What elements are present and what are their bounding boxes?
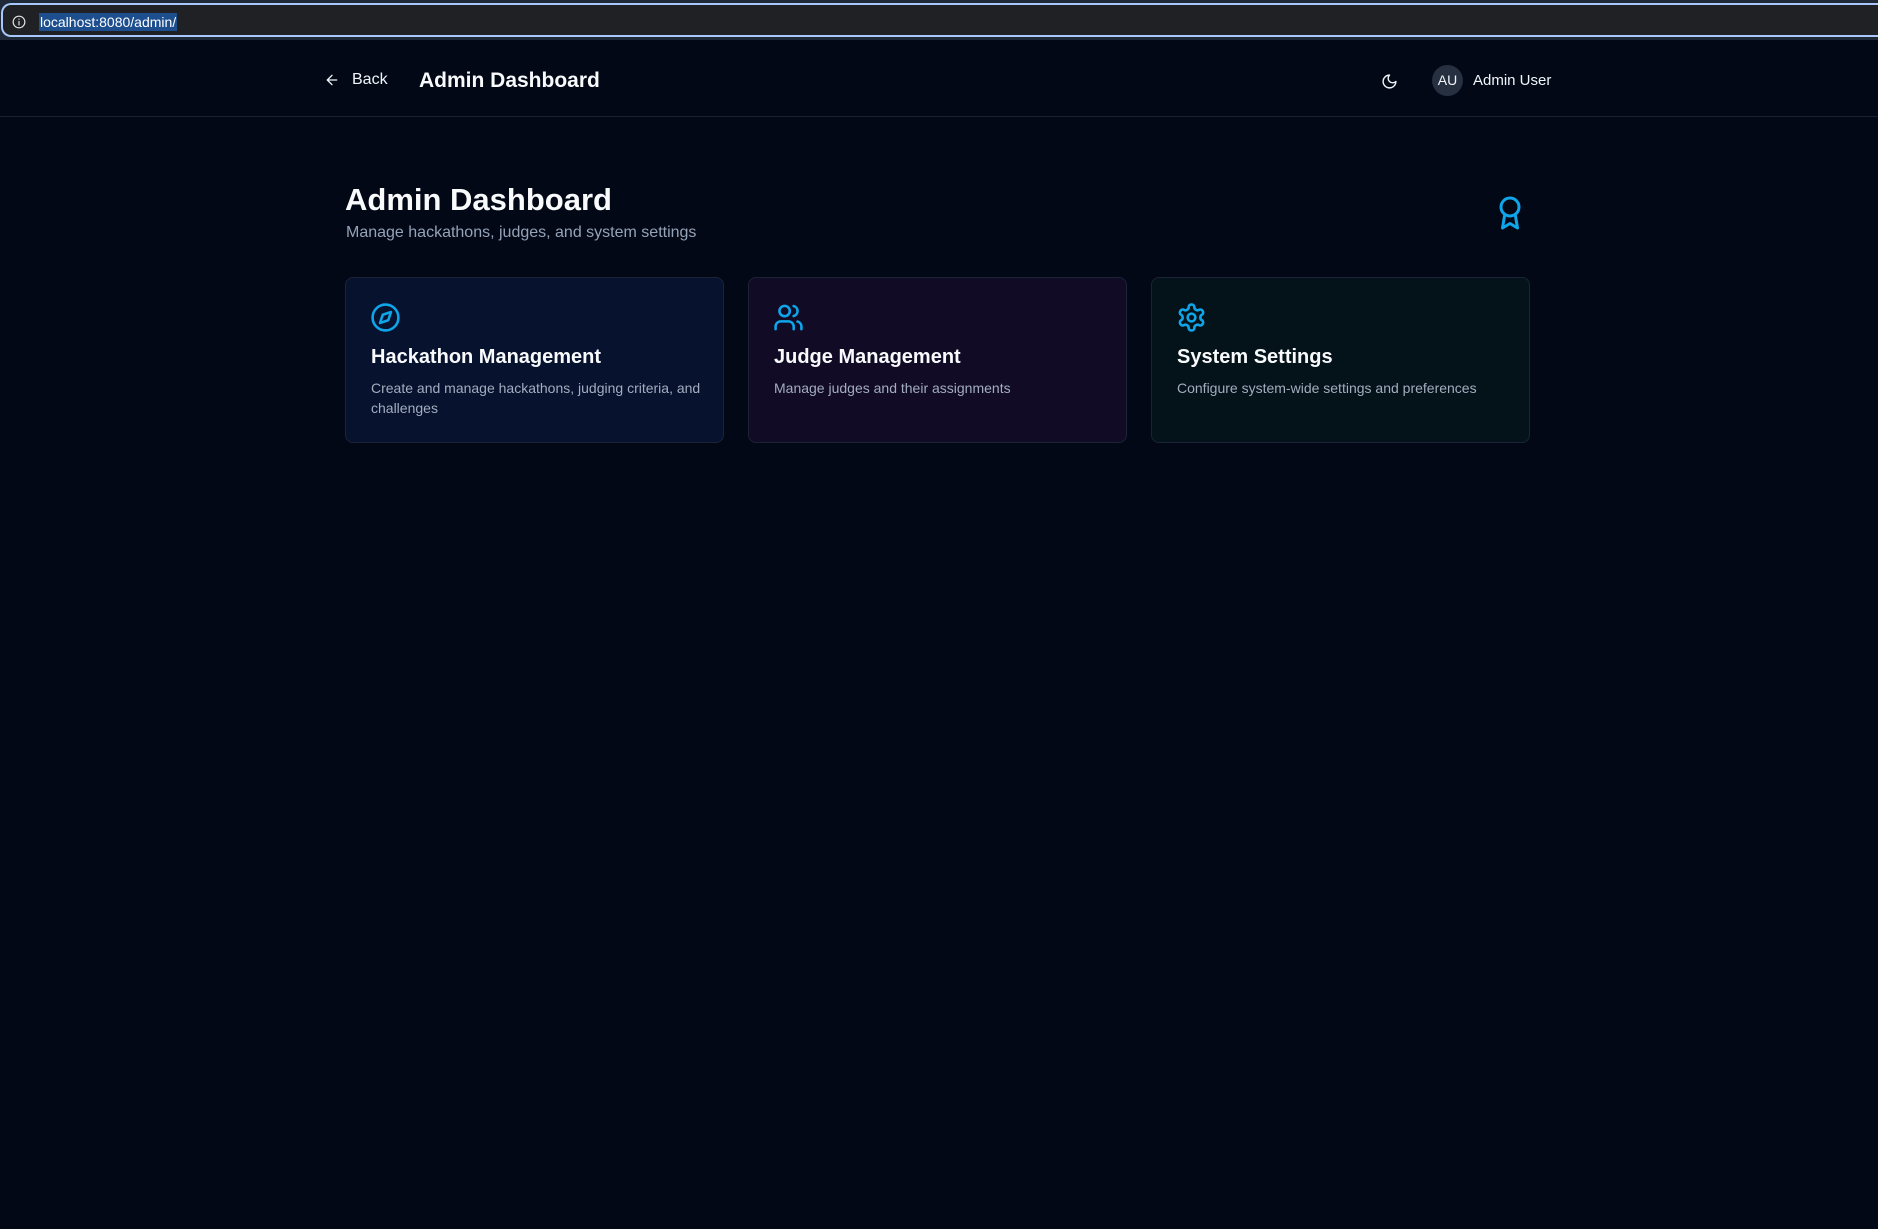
app-header: Back Admin Dashboard AU Admin User — [0, 42, 1878, 117]
user-menu[interactable]: AU Admin User — [1432, 63, 1551, 97]
moon-icon — [1381, 73, 1397, 89]
theme-toggle-button[interactable] — [1376, 68, 1402, 94]
user-name: Admin User — [1473, 71, 1552, 89]
address-bar[interactable]: localhost:8080/admin/ — [1, 3, 1878, 37]
card-description: Manage judges and their assignments — [774, 380, 1011, 396]
avatar: AU — [1432, 64, 1463, 96]
header-title: Admin Dashboard — [419, 69, 600, 92]
system-settings-card[interactable]: System Settings Configure system-wide se… — [1151, 277, 1530, 443]
judge-management-card[interactable]: Judge Management Manage judges and their… — [748, 277, 1127, 443]
card-description: Configure system-wide settings and prefe… — [1177, 380, 1477, 396]
page-title: Admin Dashboard — [345, 182, 612, 217]
back-label: Back — [352, 71, 388, 88]
award-icon — [1499, 196, 1521, 230]
card-title: System Settings — [1177, 346, 1333, 368]
arrow-left-icon — [326, 74, 338, 86]
hackathon-management-card[interactable]: Hackathon Management Create and manage h… — [345, 277, 724, 443]
card-description: Create and manage hackathons, judging cr… — [371, 380, 701, 416]
browser-toolbar: localhost:8080/admin/ — [0, 0, 1878, 40]
url-text[interactable]: localhost:8080/admin/ — [39, 13, 178, 31]
settings-icon — [1178, 303, 1205, 332]
compass-icon — [371, 303, 400, 332]
info-icon[interactable] — [12, 15, 26, 29]
card-title: Judge Management — [774, 346, 961, 368]
card-title: Hackathon Management — [371, 346, 602, 368]
back-button[interactable]: Back — [324, 67, 388, 93]
page-subtitle: Manage hackathons, judges, and system se… — [346, 224, 697, 241]
users-icon — [774, 304, 803, 331]
